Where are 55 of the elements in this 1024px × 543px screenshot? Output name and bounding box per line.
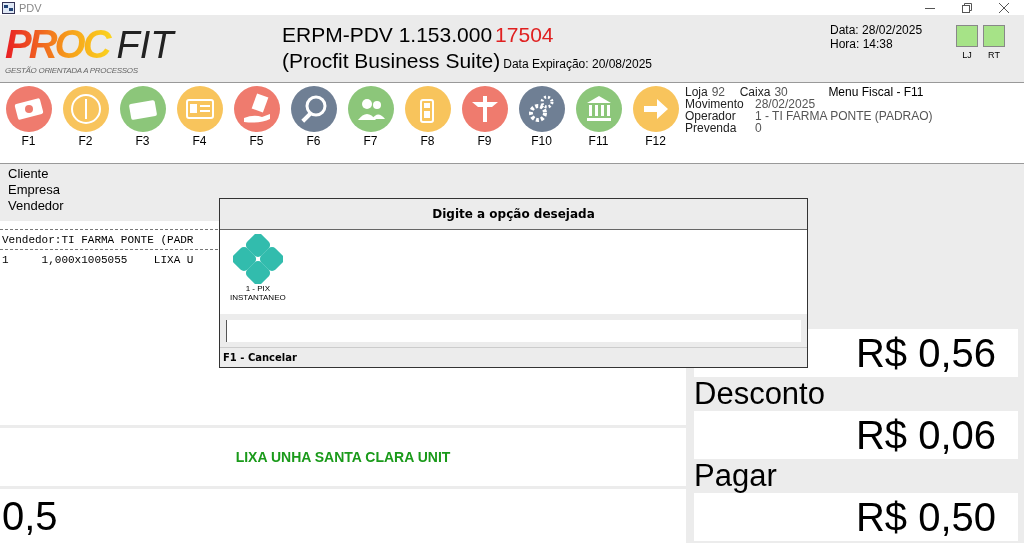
receipt-line: 1 1,000x1005055 LIXA U [1,253,194,266]
function-key-button[interactable]: F8 [404,86,451,163]
total-label: Desconto [694,377,826,411]
operator-label: Operador [685,110,736,122]
store-value: 92 [711,86,726,98]
time-label: Hora: [830,37,860,51]
customer-field-label: Cliente [8,166,50,182]
presale-label: Prevenda [685,122,738,134]
date-value: 28/02/2025 [862,23,923,37]
function-key-button[interactable]: F4 [176,86,223,163]
function-key-button[interactable]: F3 [119,86,166,163]
function-key-button[interactable]: F5 [233,86,280,163]
register-value: 30 [774,86,789,98]
movement-value: 28/02/2025 [755,98,816,110]
option-input-field[interactable] [226,320,801,342]
customer-field-label: Vendedor [8,198,65,214]
amount-value: R$ 0,50 [855,494,996,540]
function-key-button[interactable]: F2 [62,86,109,163]
fiscal-menu-label: Menu Fiscal - F11 [828,86,924,98]
presale-value: 0 [755,122,762,134]
date-label: Data: [830,23,859,37]
dialog-title: Digite a opção desejada [432,207,595,221]
store-label: Loja [685,86,708,98]
expiration-date: Data Expiração: 20/08/2025 [503,57,653,71]
product-name: LIXA UNHA SANTA CLARA UNIT [235,449,451,466]
total-label: Pagar [694,459,778,493]
window-title: PDV [19,1,42,14]
function-key-button[interactable]: F7 [347,86,394,163]
logo-text: FIT [116,25,174,65]
indicator-label: LJ [962,50,972,60]
indicator-label: RT [988,50,1000,60]
function-key-button[interactable]: F12 [632,86,679,163]
function-key-button[interactable]: F1 [5,86,52,163]
function-key-button[interactable]: F9 [461,86,508,163]
operator-value: 1 - TI FARMA PONTE (PADRAO) [755,110,933,122]
logo-tagline: GESTÃO ORIENTADA A PROCESSOS [5,66,139,75]
customer-field-label: Empresa [8,182,62,198]
restore-button[interactable] [962,2,972,13]
time-value: 14:38 [862,37,893,51]
function-key-button[interactable]: F10 [518,86,565,163]
register-label: Caixa [739,86,771,98]
close-button[interactable] [999,2,1009,13]
movement-label: Movimento [685,98,745,110]
function-key-button[interactable]: F11 [575,86,622,163]
receipt-line: Vendedor:TI FARMA PONTE (PADR [1,233,194,246]
suite-name: (Procfit Business Suite) [282,49,501,73]
payment-option[interactable]: 1 - PIX INSTANTANEO [230,234,286,314]
amount-value: R$ 0,56 [855,330,996,376]
cancel-shortcut: F1 - Cancelar [223,352,297,363]
diamond-icon [232,234,283,284]
amount-value: R$ 0,06 [855,412,996,458]
quantity-value: 0,5 [2,494,58,538]
product-version: ERPM-PDV 1.153.000 [282,23,493,47]
function-key-button[interactable]: F6 [290,86,337,163]
build-number: 17504 [495,23,554,47]
